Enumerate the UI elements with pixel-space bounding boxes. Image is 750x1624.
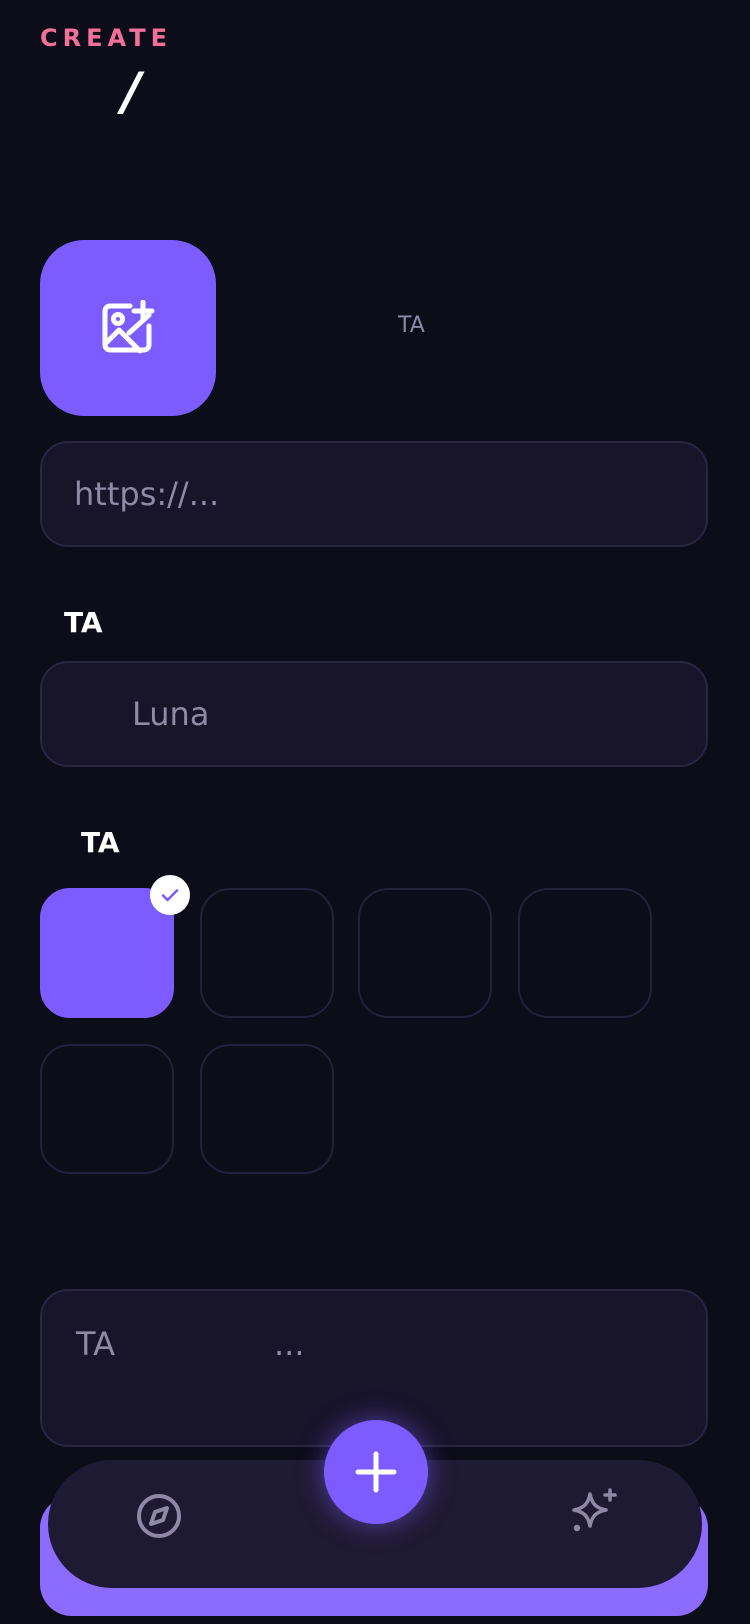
selected-check-badge [150, 875, 190, 915]
cover-hint-text: TA [398, 313, 425, 338]
page-title: / [122, 62, 141, 122]
compass-icon [137, 1494, 181, 1538]
url-input[interactable] [40, 441, 708, 547]
tab-ai[interactable] [568, 1486, 622, 1540]
color-swatch-2[interactable] [200, 888, 334, 1018]
color-swatch-3[interactable] [358, 888, 492, 1018]
image-add-icon [102, 300, 155, 354]
create-fab-button[interactable] [324, 1420, 428, 1524]
color-swatch-6[interactable] [200, 1044, 334, 1174]
eyebrow-label: CREATE [40, 24, 172, 52]
check-icon [161, 889, 179, 902]
tab-explore[interactable] [135, 1492, 183, 1540]
color-swatch-4[interactable] [518, 888, 652, 1018]
color-swatch-5[interactable] [40, 1044, 174, 1174]
name-section-label: TA [64, 606, 103, 639]
name-input[interactable] [40, 661, 708, 767]
cover-upload-button[interactable] [40, 240, 216, 416]
create-page: CREATE / TA TA TA TA ... [0, 0, 750, 1624]
description-ellipsis: ... [274, 1325, 305, 1363]
color-section-label: TA [81, 826, 120, 859]
plus-icon [355, 1451, 397, 1493]
description-prefix: TA [76, 1325, 115, 1363]
sparkle-icon [572, 1488, 617, 1532]
